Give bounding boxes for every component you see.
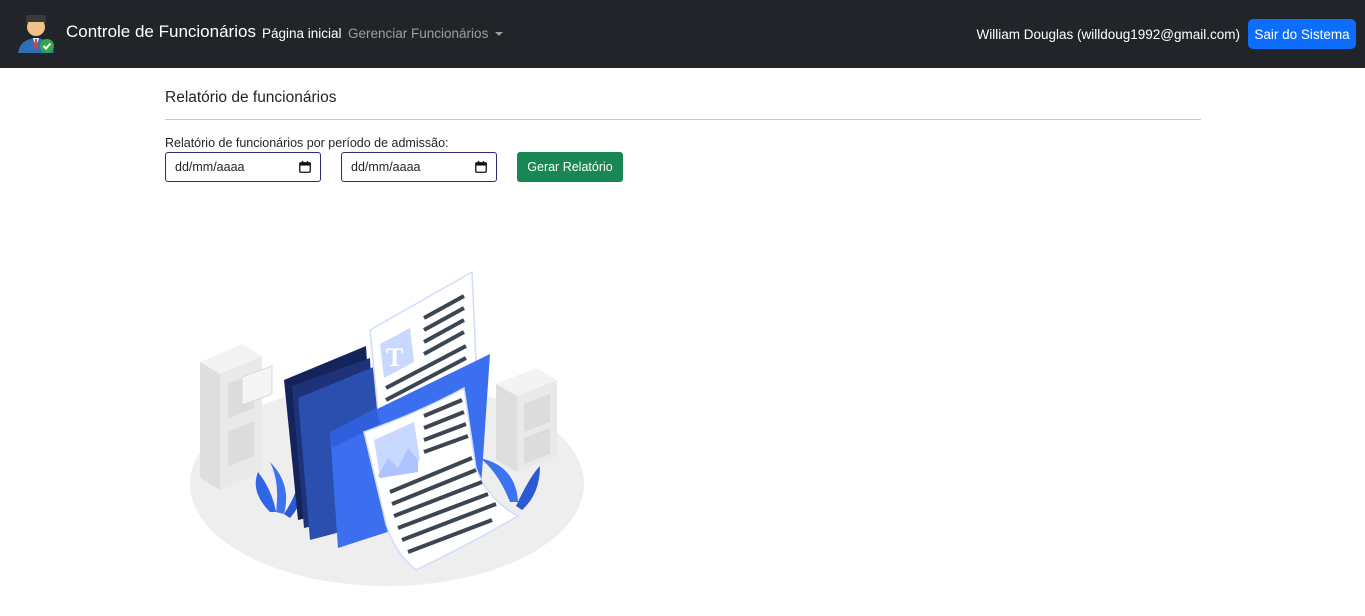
calendar-icon[interactable] [299, 161, 311, 173]
nav-manage-dropdown[interactable]: Gerenciar Funcionários [348, 26, 504, 41]
nav-home-link[interactable]: Página inicial [262, 26, 342, 41]
filing-cabinet-right [496, 368, 557, 472]
start-date-input[interactable]: dd/mm/aaaa [165, 152, 321, 182]
top-navbar: Controle de Funcionários Página inicial … [0, 0, 1365, 68]
svg-text:T: T [386, 343, 403, 372]
filter-label: Relatório de funcionários por período de… [165, 136, 449, 150]
end-date-input[interactable]: dd/mm/aaaa [341, 152, 497, 182]
nav-manage-label: Gerenciar Funcionários [348, 26, 489, 41]
end-date-placeholder: dd/mm/aaaa [351, 160, 421, 174]
filing-cabinet-left [200, 344, 273, 490]
employee-check-icon[interactable] [16, 13, 56, 55]
brand-title[interactable]: Controle de Funcionários [66, 22, 256, 42]
report-documents-illustration: T [190, 270, 584, 586]
logout-button[interactable]: Sair do Sistema [1248, 19, 1356, 49]
chevron-down-icon [495, 31, 504, 36]
calendar-icon[interactable] [475, 161, 487, 173]
generate-report-button[interactable]: Gerar Relatório [517, 152, 623, 182]
start-date-placeholder: dd/mm/aaaa [175, 160, 245, 174]
divider [165, 119, 1201, 120]
page-title: Relatório de funcionários [165, 89, 337, 106]
user-info: William Douglas (willdoug1992@gmail.com) [976, 27, 1240, 42]
